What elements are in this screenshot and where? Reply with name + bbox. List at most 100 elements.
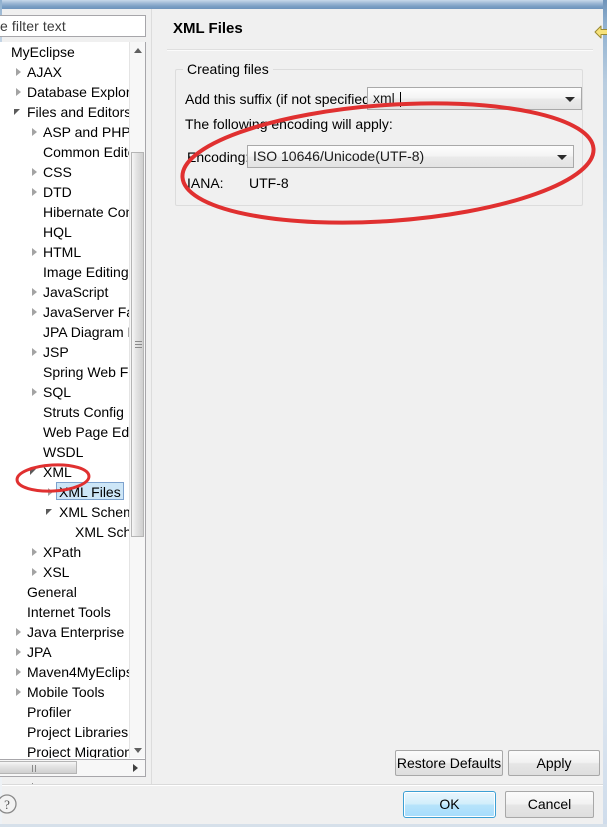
tree-item-xml-files[interactable]: XML Files	[0, 482, 131, 502]
tree-item-label: WSDL	[43, 444, 84, 460]
tree-expand-arrow-right-icon[interactable]	[29, 282, 41, 302]
tree-item-files-and-editors[interactable]: Files and Editors	[0, 102, 131, 122]
svg-text:?: ?	[4, 797, 10, 812]
tree-item-image-editing[interactable]: Image Editing	[0, 262, 131, 282]
tree-item-javaserver-faces[interactable]: JavaServer Faces	[0, 302, 131, 322]
pane-splitter[interactable]	[148, 9, 155, 784]
tree-expand-arrow-right-icon[interactable]	[13, 662, 25, 682]
tree-item-label: Files and Editors	[27, 104, 131, 120]
tree-item-dtd[interactable]: DTD	[0, 182, 131, 202]
tree-item-css[interactable]: CSS	[0, 162, 131, 182]
tree-item-jsp[interactable]: JSP	[0, 342, 131, 362]
tree-expand-arrow-right-icon[interactable]	[29, 302, 41, 322]
cancel-button[interactable]: Cancel	[505, 791, 594, 818]
tree-item-ajax[interactable]: AJAX	[0, 62, 131, 82]
tree-item-internet-tools[interactable]: Internet Tools	[0, 602, 131, 622]
restore-defaults-button[interactable]: Restore Defaults	[395, 750, 503, 776]
tree-item-xsl[interactable]: XSL	[0, 562, 131, 582]
tree-item-xml-schema[interactable]: XML Schema	[0, 502, 131, 522]
tree-vscroll-thumb[interactable]	[131, 152, 144, 537]
scroll-up-arrow-icon[interactable]	[130, 42, 145, 58]
tree-expand-arrow-right-icon[interactable]	[29, 162, 41, 182]
tree-expand-arrow-right-icon[interactable]	[29, 542, 41, 562]
tree-item-label: XML Schema	[59, 504, 131, 520]
tree-item-label: HTML	[43, 244, 82, 260]
tree-expand-arrow-right-icon[interactable]	[13, 622, 25, 642]
scroll-down-arrow-icon[interactable]	[130, 742, 145, 758]
tree-expand-arrow-right-icon[interactable]	[13, 642, 25, 662]
scroll-grip-icon	[135, 340, 142, 349]
tree-item-label: JPA Diagram Editor	[43, 324, 131, 340]
filter-input-text: e filter text	[0, 18, 66, 34]
tree-expand-arrow-right-icon[interactable]	[29, 382, 41, 402]
tree-item-html[interactable]: HTML	[0, 242, 131, 262]
tree-expand-arrow-right-icon[interactable]	[29, 562, 41, 582]
tree-expand-arrow-right-icon[interactable]	[13, 682, 25, 702]
scroll-right-arrow-icon[interactable]	[128, 760, 143, 775]
encoding-label: Encoding:	[187, 149, 250, 165]
tree-item-label: Hibernate Config	[43, 204, 131, 220]
tree-item-label: ASP and PHP	[43, 124, 131, 140]
tree-expand-arrow-right-icon[interactable]	[13, 82, 25, 102]
tree-item-xpath[interactable]: XPath	[0, 542, 131, 562]
encoding-note: The following encoding will apply:	[185, 116, 393, 132]
tree-item-common-editor[interactable]: Common Editor	[0, 142, 131, 162]
tree-item-label: JPA	[27, 644, 52, 660]
tree-horizontal-scrollbar[interactable]	[0, 760, 146, 790]
tree-item-mobile-tools[interactable]: Mobile Tools	[0, 682, 131, 702]
iana-value: UTF-8	[249, 175, 289, 191]
tree-item-struts-config[interactable]: Struts Config	[0, 402, 131, 422]
tree-hscroll-thumb[interactable]	[0, 761, 77, 790]
tree-expand-arrow-right-icon[interactable]	[29, 122, 41, 142]
tree-item-sql[interactable]: SQL	[0, 382, 131, 402]
tree-item-javascript[interactable]: JavaScript	[0, 282, 131, 302]
tree-item-hql[interactable]: HQL	[0, 222, 131, 242]
filter-input[interactable]: e filter text	[0, 15, 146, 37]
window-titlebar-gradient	[0, 0, 607, 9]
title-separator-highlight	[167, 50, 593, 51]
tree-item-asp-and-php[interactable]: ASP and PHP	[0, 122, 131, 142]
tree-item-profiler[interactable]: Profiler	[0, 702, 131, 722]
iana-label: IANA:	[187, 175, 224, 191]
tree-expand-arrow-down-icon[interactable]	[29, 462, 41, 482]
text-caret	[400, 92, 401, 107]
tree-item-label: Mobile Tools	[27, 684, 105, 700]
tree-expand-arrow-right-icon[interactable]	[13, 62, 25, 82]
tree-item-maven4myeclipse[interactable]: Maven4MyEclipse	[0, 662, 131, 682]
ok-button[interactable]: OK	[403, 791, 496, 818]
tree-item-jpa[interactable]: JPA	[0, 642, 131, 662]
page-title: XML Files	[173, 20, 243, 37]
tree-item-general[interactable]: General	[0, 582, 131, 602]
preferences-right-pane: XML Files Creating files Add this suffix…	[155, 9, 607, 784]
back-arrow-icon[interactable]	[593, 22, 607, 42]
tree-item-myeclipse[interactable]: MyEclipse	[0, 42, 131, 62]
tree-item-xml-schema-files[interactable]: XML Schema Files	[0, 522, 131, 542]
apply-button[interactable]: Apply	[508, 750, 600, 776]
tree-item-project-migration[interactable]: Project Migration	[0, 742, 131, 758]
help-icon[interactable]: ?	[0, 791, 23, 817]
tree-item-hibernate-config[interactable]: Hibernate Config	[0, 202, 131, 222]
tree-item-label: XPath	[43, 544, 82, 560]
encoding-combobox[interactable]: ISO 10646/Unicode(UTF-8)	[247, 145, 574, 168]
tree-expand-arrow-right-icon[interactable]	[29, 242, 41, 262]
tree-item-jpa-diagram-editor[interactable]: JPA Diagram Editor	[0, 322, 131, 342]
tree-item-wsdl[interactable]: WSDL	[0, 442, 131, 462]
tree-item-xml[interactable]: XML	[0, 462, 131, 482]
tree-vertical-scrollbar[interactable]	[129, 42, 145, 758]
tree-expand-arrow-right-icon[interactable]	[29, 182, 41, 202]
tree-item-spring-web-flow[interactable]: Spring Web Flow	[0, 362, 131, 382]
tree-expand-arrow-down-icon[interactable]	[13, 102, 25, 122]
tree-expand-arrow-down-icon[interactable]	[45, 502, 57, 522]
preferences-tree[interactable]: MyEclipse AJAX Database Explorer Files and …	[0, 42, 146, 760]
suffix-combobox[interactable]: xml	[367, 87, 582, 110]
chevron-down-icon	[565, 97, 575, 102]
tree-item-web-page-editor[interactable]: Web Page Editor	[0, 422, 131, 442]
tree-item-database-explorer[interactable]: Database Explorer	[0, 82, 131, 102]
tree-item-label: HQL	[43, 224, 72, 240]
tree-item-label: Struts Config	[43, 404, 124, 420]
tree-item-project-libraries[interactable]: Project Libraries	[0, 722, 131, 742]
tree-expand-arrow-right-icon[interactable]	[29, 342, 41, 362]
tree-item-label: Project Migration	[27, 744, 131, 758]
tree-item-label: XML Schema Files	[75, 524, 131, 540]
tree-item-java-enterprise-proj[interactable]: Java Enterprise Proj	[0, 622, 131, 642]
